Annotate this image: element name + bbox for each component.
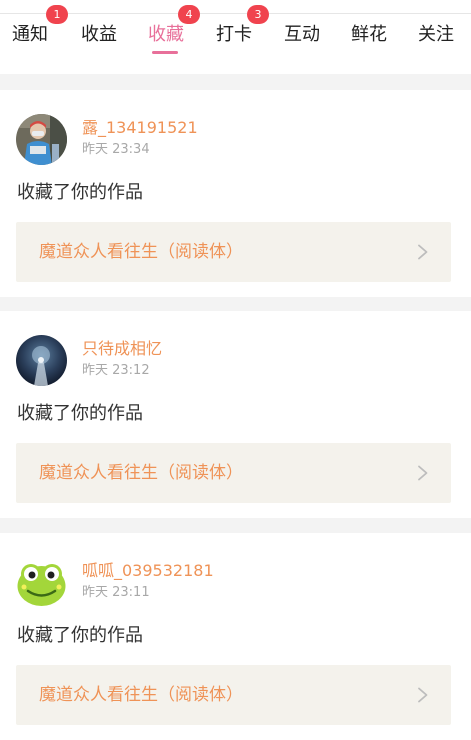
chevron-right-icon — [418, 687, 428, 703]
checkin-badge: 3 — [247, 5, 269, 24]
chevron-right-icon — [418, 465, 428, 481]
activity-text: 收藏了你的作品 — [17, 625, 143, 646]
favorites-badge: 4 — [178, 5, 200, 24]
avatar[interactable] — [16, 335, 67, 386]
username[interactable]: 呱呱_039532181 — [82, 561, 214, 581]
feed-item: 只待成相忆 昨天 23:12 收藏了你的作品 魔道众人看往生（阅读体） — [0, 311, 471, 518]
tab-label: 通知 — [12, 24, 48, 45]
timestamp: 昨天 23:12 — [82, 363, 150, 378]
feed-item: 呱呱_039532181 昨天 23:11 收藏了你的作品 魔道众人看往生（阅读… — [0, 533, 471, 740]
work-title: 魔道众人看往生（阅读体） — [39, 685, 243, 705]
active-tab-indicator — [152, 51, 178, 54]
tab-label: 鲜花 — [351, 24, 387, 45]
username[interactable]: 露_134191521 — [82, 118, 198, 138]
tab-bar: 通知 1 收益 收藏 4 打卡 3 互动 鲜花 关注 — [0, 5, 471, 74]
notification-badge: 1 — [46, 5, 68, 24]
work-title: 魔道众人看往生（阅读体） — [39, 463, 243, 483]
chevron-right-icon — [418, 244, 428, 260]
work-link[interactable]: 魔道众人看往生（阅读体） — [16, 665, 451, 725]
work-title: 魔道众人看往生（阅读体） — [39, 242, 243, 262]
activity-text: 收藏了你的作品 — [17, 403, 143, 424]
tab-label: 收益 — [81, 24, 117, 45]
avatar[interactable] — [16, 114, 67, 165]
status-strip — [0, 0, 471, 14]
avatar[interactable] — [16, 557, 67, 608]
timestamp: 昨天 23:34 — [82, 142, 150, 157]
feed-item: 露_134191521 昨天 23:34 收藏了你的作品 魔道众人看往生（阅读体… — [0, 90, 471, 297]
tab-label: 互动 — [284, 24, 320, 45]
work-link[interactable]: 魔道众人看往生（阅读体） — [16, 222, 451, 282]
username[interactable]: 只待成相忆 — [82, 339, 162, 359]
tab-label: 收藏 — [148, 24, 184, 45]
activity-text: 收藏了你的作品 — [17, 182, 143, 203]
tab-label: 关注 — [418, 24, 454, 45]
tab-label: 打卡 — [216, 24, 252, 45]
work-link[interactable]: 魔道众人看往生（阅读体） — [16, 443, 451, 503]
timestamp: 昨天 23:11 — [82, 585, 150, 600]
